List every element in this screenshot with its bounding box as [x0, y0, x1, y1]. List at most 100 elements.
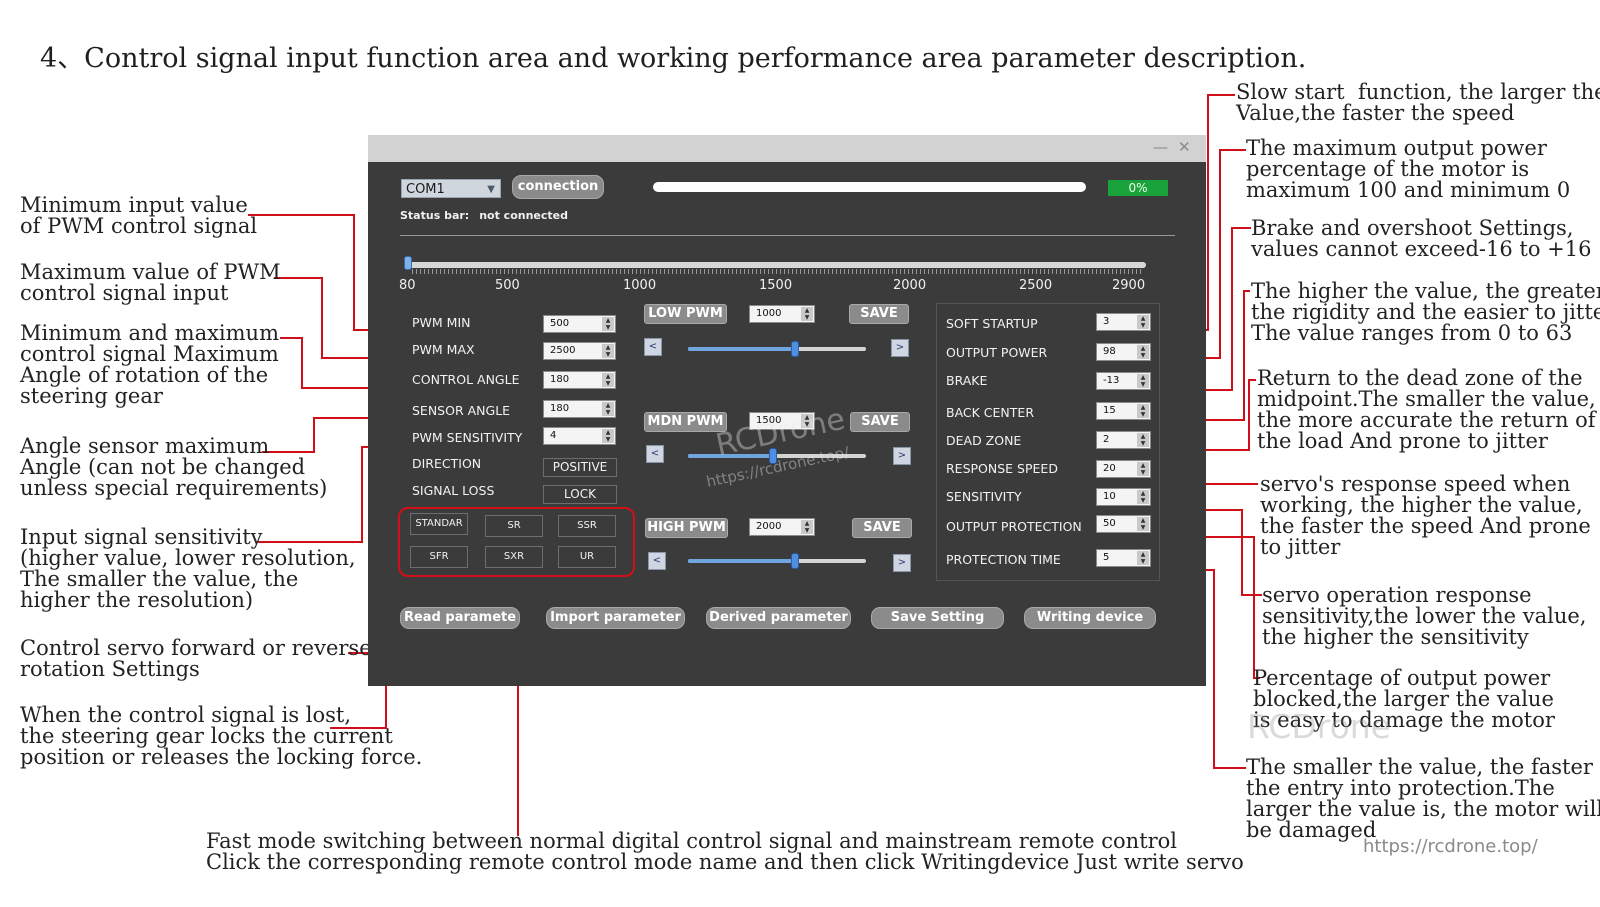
low-pwm-label: LOW PWM — [644, 304, 727, 324]
scale-label: 2000 — [893, 278, 927, 293]
sensor-angle-value: 180 — [550, 403, 570, 414]
mode-button-ssr[interactable]: SSR — [558, 515, 616, 537]
control-angle-stepper[interactable]: 180 ▲ ▼ — [543, 371, 616, 389]
stepper-arrows-icon[interactable]: ▲ ▼ — [1137, 462, 1149, 476]
low-pwm-value: 1000 — [756, 308, 782, 319]
protection-time-value: 5 — [1103, 552, 1110, 563]
high-pwm-save-button[interactable]: SAVE — [852, 518, 912, 538]
direction-label: DIRECTION — [412, 456, 482, 471]
high-pwm-slider-handle[interactable] — [790, 553, 799, 569]
protection-time-stepper[interactable]: 5 ▲ ▼ — [1096, 549, 1151, 567]
stepper-arrows-icon[interactable]: ▲ ▼ — [1137, 433, 1149, 447]
high-pwm-increase-button[interactable]: > — [893, 554, 911, 572]
soft-startup-stepper[interactable]: 3 ▲ ▼ — [1096, 313, 1151, 331]
pwm-range-slider-handle[interactable] — [404, 256, 412, 270]
control-angle-label: CONTROL ANGLE — [412, 372, 520, 387]
stepper-arrows-icon[interactable]: ▲ ▼ — [602, 373, 614, 387]
stepper-arrows-icon[interactable]: ▲ ▼ — [1137, 404, 1149, 418]
pwm-min-stepper[interactable]: 500 ▲ ▼ — [543, 315, 616, 333]
brake-label: BRAKE — [946, 373, 988, 388]
high-pwm-decrease-button[interactable]: < — [648, 552, 666, 570]
pwm-sensitivity-label: PWM SENSITIVITY — [412, 430, 523, 445]
import-parameter-button[interactable]: Import parameter — [546, 607, 685, 629]
mode-button-sxr[interactable]: SXR — [485, 546, 543, 568]
brake-value: -13 — [1103, 375, 1120, 386]
connection-button[interactable]: connection — [512, 175, 604, 199]
port-select-value: COM1 — [406, 182, 445, 197]
output-power-label: OUTPUT POWER — [946, 345, 1048, 360]
response-speed-stepper[interactable]: 20 ▲ ▼ — [1096, 460, 1151, 478]
scale-label: 1500 — [759, 278, 793, 293]
low-pwm-increase-button[interactable]: > — [891, 339, 909, 357]
read-parameter-button[interactable]: Read paramete — [400, 607, 520, 629]
low-pwm-slider-fill — [688, 347, 795, 351]
low-pwm-slider-handle[interactable] — [790, 341, 799, 357]
control-angle-value: 180 — [550, 374, 570, 385]
save-setting-button[interactable]: Save Setting — [871, 607, 1004, 629]
stepper-arrows-icon[interactable]: ▲ ▼ — [801, 520, 813, 534]
response-speed-label: RESPONSE SPEED — [946, 461, 1058, 476]
writing-device-button[interactable]: Writing device — [1024, 607, 1156, 629]
stepper-arrows-icon[interactable]: ▲ ▼ — [1137, 551, 1149, 565]
mode-button-sfr[interactable]: SFR — [410, 546, 468, 568]
response-speed-value: 20 — [1103, 463, 1116, 474]
sensor-angle-stepper[interactable]: 180 ▲ ▼ — [543, 400, 616, 418]
stepper-arrows-icon[interactable]: ▲ ▼ — [602, 402, 614, 416]
stepper-arrows-icon[interactable]: ▲ ▼ — [801, 307, 813, 321]
mode-button-ur[interactable]: UR — [558, 546, 616, 568]
direction-select[interactable]: POSITIVE — [543, 458, 617, 477]
pwm-range-slider-track[interactable] — [406, 262, 1146, 268]
back-center-stepper[interactable]: 15 ▲ ▼ — [1096, 402, 1151, 420]
pwm-sensitivity-stepper[interactable]: 4 ▲ ▼ — [543, 427, 616, 445]
stepper-arrows-icon[interactable]: ▲ ▼ — [1137, 517, 1149, 531]
note-sensor-angle: Angle sensor maximum Angle (can not be c… — [20, 434, 328, 500]
stepper-arrows-icon[interactable]: ▲ ▼ — [602, 317, 614, 331]
output-protection-value: 50 — [1103, 518, 1116, 529]
pwm-max-label: PWM MAX — [412, 342, 475, 357]
minimize-icon[interactable]: — — [1153, 138, 1168, 156]
sensitivity-label: SENSITIVITY — [946, 489, 1022, 504]
signal-loss-select[interactable]: LOCK — [543, 485, 617, 504]
mdn-pwm-save-button[interactable]: SAVE — [850, 412, 910, 432]
sensitivity-value: 10 — [1103, 491, 1116, 502]
note-mode-switching: Fast mode switching between normal digit… — [206, 829, 1244, 874]
close-icon[interactable]: ✕ — [1178, 138, 1191, 156]
dead-zone-stepper[interactable]: 2 ▲ ▼ — [1096, 431, 1151, 449]
mode-button-sr[interactable]: SR — [485, 515, 543, 537]
dead-zone-value: 2 — [1103, 434, 1110, 445]
stepper-arrows-icon[interactable]: ▲ ▼ — [1137, 374, 1149, 388]
note-response-speed: servo's response speed when working, the… — [1260, 472, 1591, 559]
dead-zone-label: DEAD ZONE — [946, 433, 1022, 448]
high-pwm-stepper[interactable]: 2000 ▲ ▼ — [749, 518, 815, 536]
brake-stepper[interactable]: -13 ▲ ▼ — [1096, 372, 1151, 390]
note-direction: Control servo forward or reverse rotatio… — [20, 636, 372, 681]
mdn-pwm-increase-button[interactable]: > — [893, 447, 911, 465]
mdn-pwm-decrease-button[interactable]: < — [646, 445, 664, 463]
app-window: — ✕ COM1 ▼ connection 0% Status bar: not … — [368, 135, 1206, 686]
output-protection-stepper[interactable]: 50 ▲ ▼ — [1096, 515, 1151, 533]
stepper-arrows-icon[interactable]: ▲ ▼ — [1137, 490, 1149, 504]
mode-button-standar[interactable]: STANDAR — [410, 513, 468, 535]
progress-bar — [653, 182, 1086, 192]
derived-parameter-button[interactable]: Derived parameter — [706, 607, 851, 629]
note-pwm-max: Maximum value of PWM control signal inpu… — [20, 260, 281, 305]
port-select[interactable]: COM1 ▼ — [401, 179, 501, 198]
pwm-max-stepper[interactable]: 2500 ▲ ▼ — [543, 342, 616, 360]
pwm-max-value: 2500 — [550, 345, 576, 356]
low-pwm-decrease-button[interactable]: < — [644, 338, 662, 356]
low-pwm-stepper[interactable]: 1000 ▲ ▼ — [749, 305, 815, 323]
note-control-angle: Minimum and maximum control signal Maxim… — [20, 321, 279, 408]
sensitivity-stepper[interactable]: 10 ▲ ▼ — [1096, 488, 1151, 506]
stepper-arrows-icon[interactable]: ▲ ▼ — [602, 429, 614, 443]
stepper-arrows-icon[interactable]: ▲ ▼ — [602, 344, 614, 358]
stepper-arrows-icon[interactable]: ▲ ▼ — [1137, 345, 1149, 359]
pwm-min-value: 500 — [550, 318, 570, 329]
high-pwm-label: HIGH PWM — [645, 518, 728, 538]
output-power-stepper[interactable]: 98 ▲ ▼ — [1096, 343, 1151, 361]
scale-label: 1000 — [623, 278, 657, 293]
stepper-arrows-icon[interactable]: ▲ ▼ — [1137, 315, 1149, 329]
output-power-value: 98 — [1103, 346, 1116, 357]
scale-label: 80 — [399, 278, 416, 293]
low-pwm-save-button[interactable]: SAVE — [849, 304, 909, 324]
title-bar: — ✕ — [368, 135, 1206, 162]
